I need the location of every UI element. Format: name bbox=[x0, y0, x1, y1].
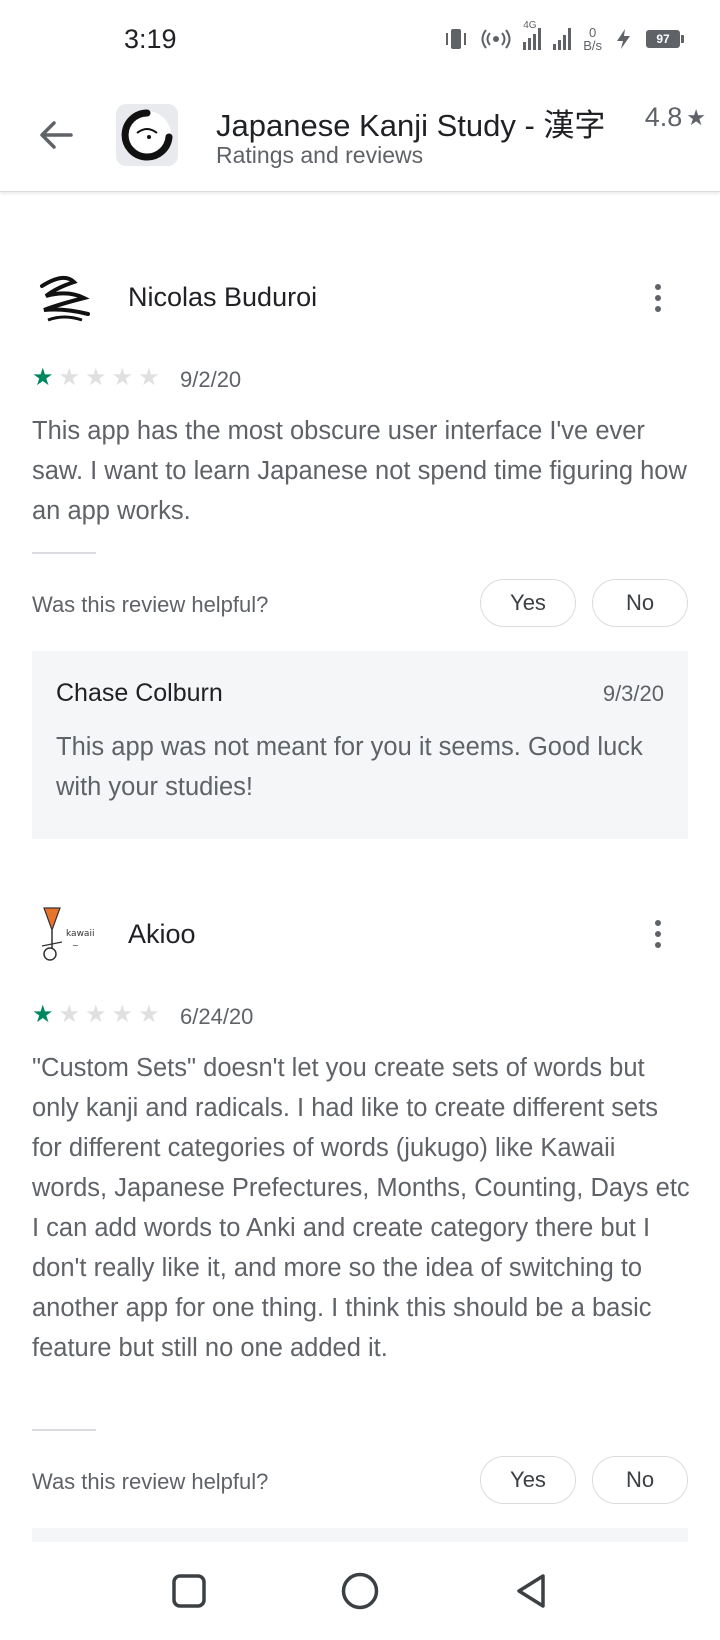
app-title: Japanese Kanji Study - 漢字 bbox=[216, 108, 606, 143]
circle-icon bbox=[341, 1572, 379, 1610]
review-date: 9/2/20 bbox=[180, 367, 242, 392]
star-icon: ★ bbox=[111, 1001, 134, 1028]
app-icon[interactable] bbox=[116, 104, 178, 166]
system-nav-bar bbox=[0, 1542, 720, 1640]
star-icon: ★ bbox=[58, 364, 81, 391]
battery-level: 97 bbox=[656, 32, 670, 46]
helpful-no-button[interactable]: No bbox=[592, 1456, 688, 1504]
star-rating: ★ ★ ★ ★ ★ bbox=[32, 366, 160, 390]
divider bbox=[32, 552, 96, 554]
avatar bbox=[32, 266, 96, 330]
app-header: Japanese Kanji Study - 漢字 Ratings and re… bbox=[0, 80, 720, 192]
more-options-button[interactable] bbox=[640, 276, 676, 320]
reviewer-name: Nicolas Buduroi bbox=[128, 282, 318, 312]
star-icon: ★ bbox=[138, 364, 160, 391]
svg-text:kawaii: kawaii bbox=[66, 929, 94, 939]
charging-icon bbox=[614, 28, 634, 50]
signal-icon bbox=[553, 28, 572, 50]
divider bbox=[32, 1429, 96, 1431]
star-icon: ★ bbox=[85, 1001, 107, 1028]
network-type: 4G bbox=[523, 20, 537, 31]
star-icon: ★ bbox=[686, 104, 706, 130]
helpful-no-button[interactable]: No bbox=[592, 579, 688, 627]
status-bar: 3:19 4G 0 B/s 97 bbox=[0, 0, 720, 80]
status-icons: 4G 0 B/s 97 bbox=[443, 20, 684, 52]
review-text: "Custom Sets" doesn't let you create set… bbox=[32, 1054, 690, 1362]
star-icon: ★ bbox=[32, 1001, 54, 1028]
reviewer-name: Akioo bbox=[128, 919, 196, 949]
signal-4g-icon: 4G bbox=[523, 20, 542, 50]
star-icon: ★ bbox=[32, 364, 54, 391]
hotspot-icon bbox=[481, 28, 511, 50]
developer-reply: Chase Colburn 9/3/20 This app was not me… bbox=[32, 651, 688, 839]
star-icon: ★ bbox=[138, 1001, 160, 1028]
arrow-left-icon bbox=[40, 121, 73, 149]
star-icon: ★ bbox=[58, 1001, 81, 1028]
vertical-dots-icon bbox=[655, 284, 661, 290]
avatar: kawaii ~ bbox=[32, 902, 96, 966]
rating-value: 4.8 bbox=[644, 102, 683, 132]
helpful-prompt: Was this review helpful? bbox=[32, 592, 269, 617]
review-date: 6/24/20 bbox=[180, 1004, 254, 1029]
kanji-app-logo-icon bbox=[121, 109, 173, 161]
battery-icon: 97 bbox=[646, 30, 684, 48]
calligraphy-avatar-icon bbox=[40, 275, 90, 322]
vibrate-icon bbox=[443, 27, 469, 51]
app-rating: 4.8 ★ bbox=[645, 102, 706, 133]
helpful-prompt: Was this review helpful? bbox=[32, 1469, 269, 1494]
back-button[interactable] bbox=[34, 113, 78, 157]
status-time: 3:19 bbox=[124, 24, 177, 54]
reply-date: 9/3/20 bbox=[602, 681, 664, 706]
review-text: This app has the most obscure user inter… bbox=[32, 417, 687, 525]
net-speed: 0 B/s bbox=[583, 26, 602, 52]
developer-reply bbox=[32, 1528, 688, 1542]
helpful-yes-button[interactable]: Yes bbox=[480, 579, 576, 627]
reply-author: Chase Colburn bbox=[56, 679, 223, 707]
star-icon: ★ bbox=[111, 364, 134, 391]
more-options-button[interactable] bbox=[640, 912, 676, 956]
reply-text: This app was not meant for you it seems.… bbox=[56, 733, 643, 801]
nav-back-button[interactable] bbox=[506, 1566, 556, 1616]
triangle-left-icon bbox=[517, 1574, 545, 1608]
helpful-yes-button[interactable]: Yes bbox=[480, 1456, 576, 1504]
vertical-dots-icon bbox=[655, 920, 661, 926]
sketch-avatar-icon: kawaii ~ bbox=[41, 907, 94, 961]
recents-button[interactable] bbox=[164, 1566, 214, 1616]
page-subtitle: Ratings and reviews bbox=[216, 142, 424, 168]
star-rating: ★ ★ ★ ★ ★ bbox=[32, 1003, 160, 1027]
svg-text:~: ~ bbox=[72, 941, 79, 950]
home-button[interactable] bbox=[335, 1566, 385, 1616]
star-icon: ★ bbox=[85, 364, 107, 391]
net-speed-unit: B/s bbox=[583, 38, 602, 53]
square-icon bbox=[172, 1574, 206, 1608]
